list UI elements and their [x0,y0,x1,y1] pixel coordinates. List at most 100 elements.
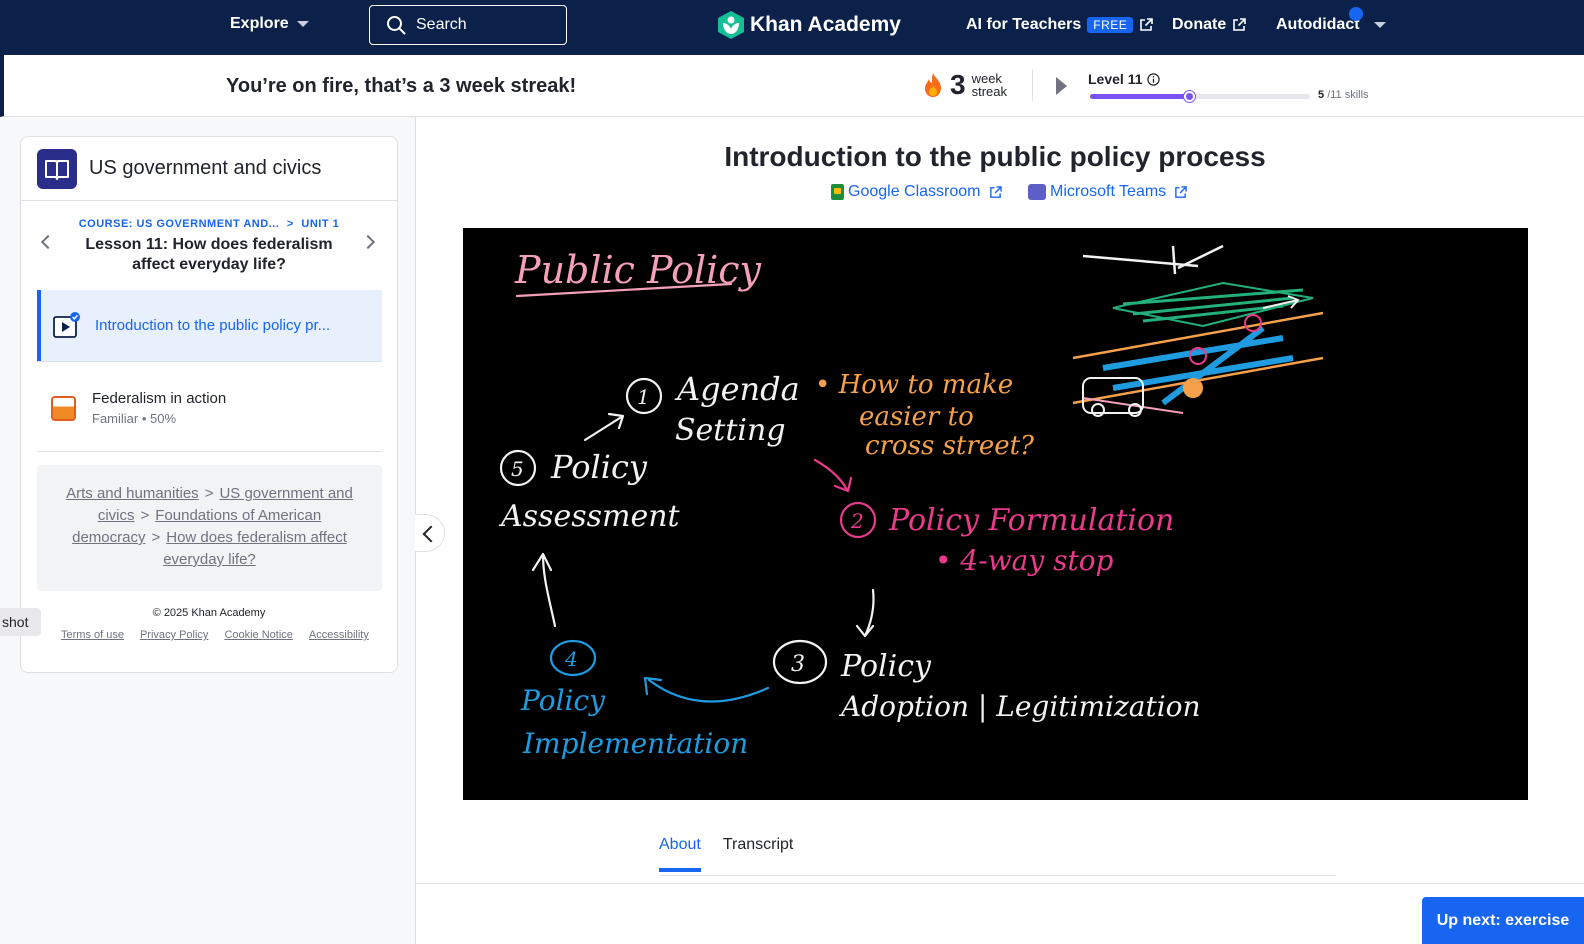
lesson-item-exercise[interactable]: Federalism in action Familiar • 50% [37,383,382,433]
course-header[interactable]: US government and civics [21,137,397,201]
page-title: Introduction to the public policy proces… [724,141,1266,172]
course-title: US government and civics [89,157,322,179]
step1-line2: Setting [675,413,786,448]
external-link-icon [1139,18,1154,32]
breadcrumb-separator: > [286,218,294,230]
privacy-link[interactable]: Privacy Policy [140,629,208,641]
donate-label: Donate [1172,16,1227,33]
search-placeholder: Search [416,16,467,33]
step3-line2: Adoption | Legitimization [838,690,1201,723]
path-link-lesson[interactable]: How does federalism affect everyday life… [163,529,347,568]
footer-links: Terms of use Privacy Policy Cookie Notic… [61,629,391,641]
screenshot-tab[interactable]: shot [0,608,41,636]
user-menu[interactable]: Autodidact [1276,16,1386,34]
lesson-item-label: Introduction to the public policy pr... [95,317,331,334]
video-play-icon [53,311,80,338]
level-text: Level 11 [1088,71,1143,87]
mastery-status: Familiar • 50% [92,411,177,426]
step5-line1: Policy [550,448,648,486]
previous-lesson-chevron-icon[interactable] [40,234,56,250]
microsoft-teams-share[interactable]: Microsoft Teams [1028,183,1187,201]
collapse-sidebar-button[interactable] [415,514,445,552]
external-link-icon [989,185,1002,198]
step5-number: 5 [511,457,524,481]
divider [37,451,382,452]
breadcrumb-unit[interactable]: UNIT 1 [301,218,339,230]
question-line2: easier to [859,402,974,432]
ai-for-teachers-link[interactable]: AI for Teachers FREE [966,16,1154,34]
step2-bullet: • 4-way stop [935,544,1114,577]
google-classroom-label: Google Classroom [848,183,981,200]
search-icon [387,16,406,35]
accessibility-link[interactable]: Accessibility [309,629,369,641]
external-link-icon [1175,185,1187,198]
expand-arrow-icon[interactable] [1056,77,1067,95]
intersection-sketch [1072,244,1324,417]
streak-unit-streak: streak [971,84,1007,99]
content-tabs: About Transcript [659,836,793,872]
chevron-down-icon [1373,22,1386,28]
streak-message: You’re on fire, that’s a 3 week streak! [226,75,577,97]
skills-done: 5 [1318,89,1325,101]
donate-link[interactable]: Donate [1172,16,1247,34]
terms-link[interactable]: Terms of use [61,629,124,641]
lesson-breadcrumb: COURSE: US GOVERNMENT AND... > UNIT 1 [21,218,397,230]
google-classroom-share[interactable]: Google Classroom [831,183,1002,201]
question-line3: cross street? [865,431,1035,461]
cookie-link[interactable]: Cookie Notice [224,629,292,641]
level-progress-fill [1090,94,1189,99]
path-separator: > [151,529,161,546]
level-label: Level 11 [1088,71,1160,87]
microsoft-teams-label: Microsoft Teams [1050,183,1167,200]
streak-number: 3 [950,69,966,100]
explore-label: Explore [230,15,289,32]
breadcrumb-course[interactable]: COURSE: US GOVERNMENT AND... [79,218,280,230]
step2-number: 2 [850,509,864,533]
info-icon[interactable] [1146,72,1160,86]
level-progress-bar [1090,91,1310,102]
course-path-breadcrumb: Arts and humanities > US government and ci… [37,465,382,591]
exercise-icon [51,395,76,421]
lesson-item-text: Federalism in action Familiar • 50% [92,390,226,426]
divider [37,361,382,362]
step5-line2: Assessment [498,499,681,534]
logo-text: Khan Academy [750,13,901,36]
khan-academy-logo[interactable]: Khan Academy [718,11,901,39]
up-next-button[interactable]: Up next: exercise [1422,897,1584,944]
skills-count: 5 /11 skills [1318,89,1369,101]
path-separator: > [140,507,150,524]
streak-bar: You’re on fire, that’s a 3 week streak! … [0,55,1584,117]
search-button[interactable]: Search [369,5,567,45]
step4-line2: Implementation [522,727,748,760]
path-link-arts[interactable]: Arts and humanities [66,485,199,502]
step3-number: 3 [791,652,805,677]
chevron-down-icon [296,21,309,27]
blackboard-drawing: Public Policy 1 Agenda Setting • How to … [498,244,1324,760]
streak-unit: week streak [972,72,1007,98]
notification-dot [1349,7,1363,21]
sidebar: US government and civics COURSE: US GOVE… [0,117,416,944]
step4-number: 4 [564,647,578,671]
lesson-item-video[interactable]: Introduction to the public policy pr... [37,290,382,361]
khan-logo-icon [718,11,744,39]
lesson-title: Lesson 11: How does federalism affect ev… [85,236,333,273]
tab-about[interactable]: About [659,836,701,872]
user-name: Autodidact [1276,16,1360,33]
google-classroom-icon [831,184,844,200]
step3-line1: Policy [840,649,932,684]
streak-counter[interactable]: 3 week streak [922,69,1007,101]
course-card: US government and civics COURSE: US GOVE… [20,136,398,673]
free-badge: FREE [1087,17,1134,33]
step4-line1: Policy [520,684,606,717]
level-progress-knob [1184,91,1195,102]
divider [1032,69,1033,101]
ai-teachers-label: AI for Teachers [966,16,1082,33]
video-player[interactable]: Public Policy 1 Agenda Setting • How to … [463,228,1528,800]
flame-icon [925,73,941,97]
explore-menu[interactable]: Explore [230,15,309,33]
next-lesson-chevron-icon[interactable] [360,234,376,250]
copyright: © 2025 Khan Academy [152,607,266,619]
tab-transcript[interactable]: Transcript [723,836,794,872]
external-link-icon [1232,18,1247,32]
step1-line1: Agenda [674,370,800,408]
